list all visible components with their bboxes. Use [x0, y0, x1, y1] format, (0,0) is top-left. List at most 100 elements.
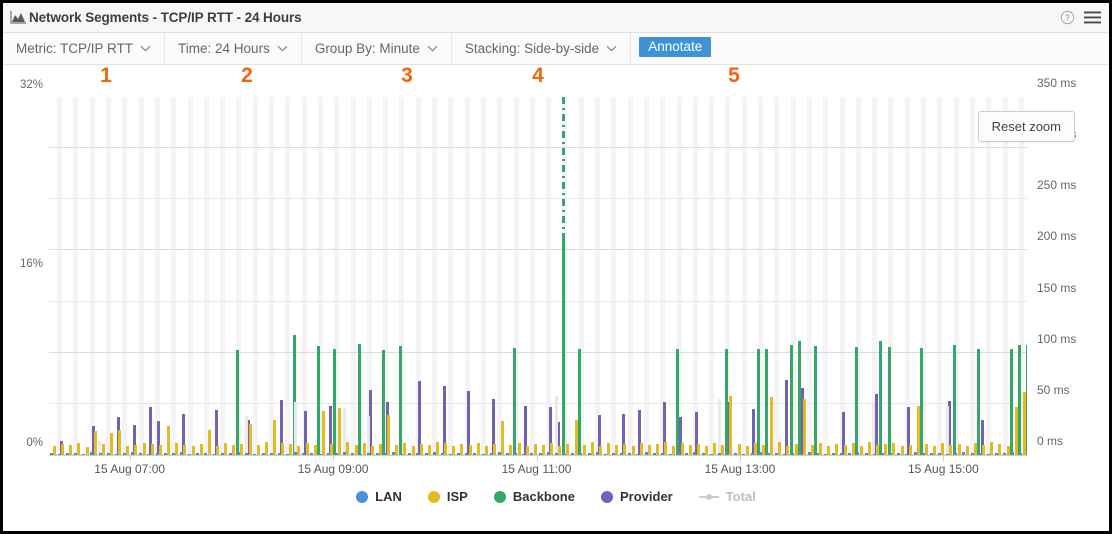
- y-axis-right-tick: 200 ms: [1037, 229, 1077, 244]
- bar-isp: [150, 443, 154, 455]
- bar-isp: [664, 441, 668, 455]
- y-axis-left-tick: 32%: [19, 79, 43, 91]
- y-axis-right-tick: 0 ms: [1037, 434, 1064, 448]
- bar-backbone: [879, 341, 883, 455]
- plot-area[interactable]: [49, 97, 1027, 455]
- x-axis-tick: [536, 455, 538, 461]
- bar-backbone: [920, 347, 924, 455]
- annotate-button[interactable]: Annotate: [639, 37, 712, 57]
- bar-isp: [175, 442, 179, 455]
- bar-isp: [843, 444, 847, 455]
- bar-isp: [403, 442, 407, 455]
- bar-isp: [680, 442, 684, 455]
- ghost-bar-total: [554, 395, 558, 455]
- bar-backbone: [561, 238, 565, 455]
- bar-isp: [639, 442, 643, 455]
- legend-item-provider[interactable]: Provider: [600, 489, 673, 504]
- bar-isp: [933, 445, 937, 455]
- ghost-bar-total: [244, 416, 248, 455]
- chart-area: 0% 16% 32% 0 ms 50 ms 100 ms 150 ms 200 ms 250 …: [3, 76, 1109, 528]
- bar-isp: [338, 407, 342, 455]
- bar-isp: [248, 424, 252, 455]
- legend-item-lan[interactable]: LAN: [356, 489, 402, 504]
- bar-isp: [77, 442, 81, 455]
- bar-isp: [688, 444, 692, 455]
- chart-legend: LAN ISP Backbone Provider Total: [3, 489, 1109, 504]
- legend-dot-icon: [600, 490, 613, 503]
- legend-label: Provider: [619, 489, 673, 504]
- bar-isp: [647, 444, 651, 455]
- chevron-down-icon: [606, 45, 617, 52]
- bar-isp: [362, 442, 366, 455]
- bar-isp: [599, 445, 602, 455]
- bar-isp: [900, 445, 904, 455]
- stacking-dropdown-label: Stacking: Side-by-side: [464, 41, 600, 56]
- bar-backbone: [855, 346, 858, 455]
- legend-item-backbone[interactable]: Backbone: [493, 489, 575, 504]
- bar-backbone: [357, 343, 361, 455]
- bar-isp: [517, 442, 521, 455]
- annotation-marker-1: 1: [100, 64, 112, 87]
- annotation-marker-2: 2: [241, 64, 253, 87]
- bar-isp: [582, 444, 586, 455]
- bar-isp: [957, 443, 961, 455]
- bar-isp: [370, 445, 374, 455]
- bar-isp: [215, 445, 219, 455]
- time-dropdown-label: Time: 24 Hours: [178, 41, 270, 56]
- bar-isp: [387, 415, 391, 455]
- bar-backbone: [1026, 344, 1027, 455]
- legend-item-isp[interactable]: ISP: [427, 489, 468, 504]
- x-axis-label: 15 Aug 09:00: [297, 462, 369, 476]
- x-axis-label: 15 Aug 13:00: [704, 462, 776, 476]
- bar-isp: [908, 444, 912, 455]
- bar-isp: [468, 444, 472, 455]
- bar-isp: [623, 443, 627, 455]
- bar-isp: [631, 445, 635, 455]
- chevron-down-icon: [427, 45, 438, 52]
- bar-isp: [142, 442, 146, 455]
- x-axis-tick: [943, 455, 945, 461]
- annotation-marker-3: 3: [401, 64, 413, 87]
- bar-isp: [566, 443, 570, 455]
- bar-isp: [256, 444, 260, 455]
- bar-isp: [321, 411, 325, 455]
- window-title: Network Segments - TCP/IP RTT - 24 Hours: [29, 10, 302, 25]
- bar-isp: [827, 445, 831, 455]
- bar-isp: [892, 442, 896, 455]
- reset-zoom-button[interactable]: Reset zoom: [977, 111, 1075, 142]
- bar-isp: [476, 442, 480, 455]
- bar-isp: [713, 442, 717, 455]
- help-circle-icon[interactable]: ?: [1060, 10, 1075, 25]
- bar-backbone: [398, 345, 402, 455]
- legend-item-total[interactable]: Total: [698, 489, 756, 504]
- bar-isp: [615, 444, 619, 455]
- metric-dropdown[interactable]: Metric: TCP/IP RTT: [3, 33, 166, 64]
- ghost-bar-total: [367, 416, 371, 455]
- bar-isp: [427, 444, 431, 455]
- legend-label: Total: [725, 489, 756, 504]
- bar-backbone: [1009, 348, 1013, 455]
- bar-backbone: [235, 349, 239, 455]
- legend-dot-icon: [493, 490, 506, 503]
- bar-isp: [444, 442, 448, 455]
- bar-isp: [941, 442, 945, 455]
- stacking-dropdown[interactable]: Stacking: Side-by-side: [452, 33, 632, 64]
- x-axis: 15 Aug 07:00 15 Aug 09:00 15 Aug 11:00 15 A…: [49, 455, 1027, 479]
- bar-backbone: [887, 346, 891, 455]
- legend-dot-icon: [356, 490, 369, 503]
- y-axis-right-tick: 350 ms: [1037, 76, 1077, 90]
- y-axis-right-tick: 250 ms: [1037, 178, 1077, 193]
- group-by-dropdown[interactable]: Group By: Minute: [302, 33, 452, 64]
- bar-backbone: [757, 348, 761, 455]
- x-axis-label: 15 Aug 15:00: [908, 462, 979, 476]
- hamburger-menu-icon[interactable]: [1084, 11, 1101, 24]
- x-axis-label: 15 Aug 11:00: [501, 462, 572, 476]
- bar-isp: [101, 443, 105, 455]
- bar-isp: [802, 398, 806, 455]
- bar-backbone: [765, 348, 769, 455]
- bar-isp: [118, 430, 122, 455]
- bar-isp: [207, 430, 211, 455]
- time-dropdown[interactable]: Time: 24 Hours: [165, 33, 302, 64]
- chevron-down-icon: [277, 45, 288, 52]
- bar-isp: [158, 444, 162, 455]
